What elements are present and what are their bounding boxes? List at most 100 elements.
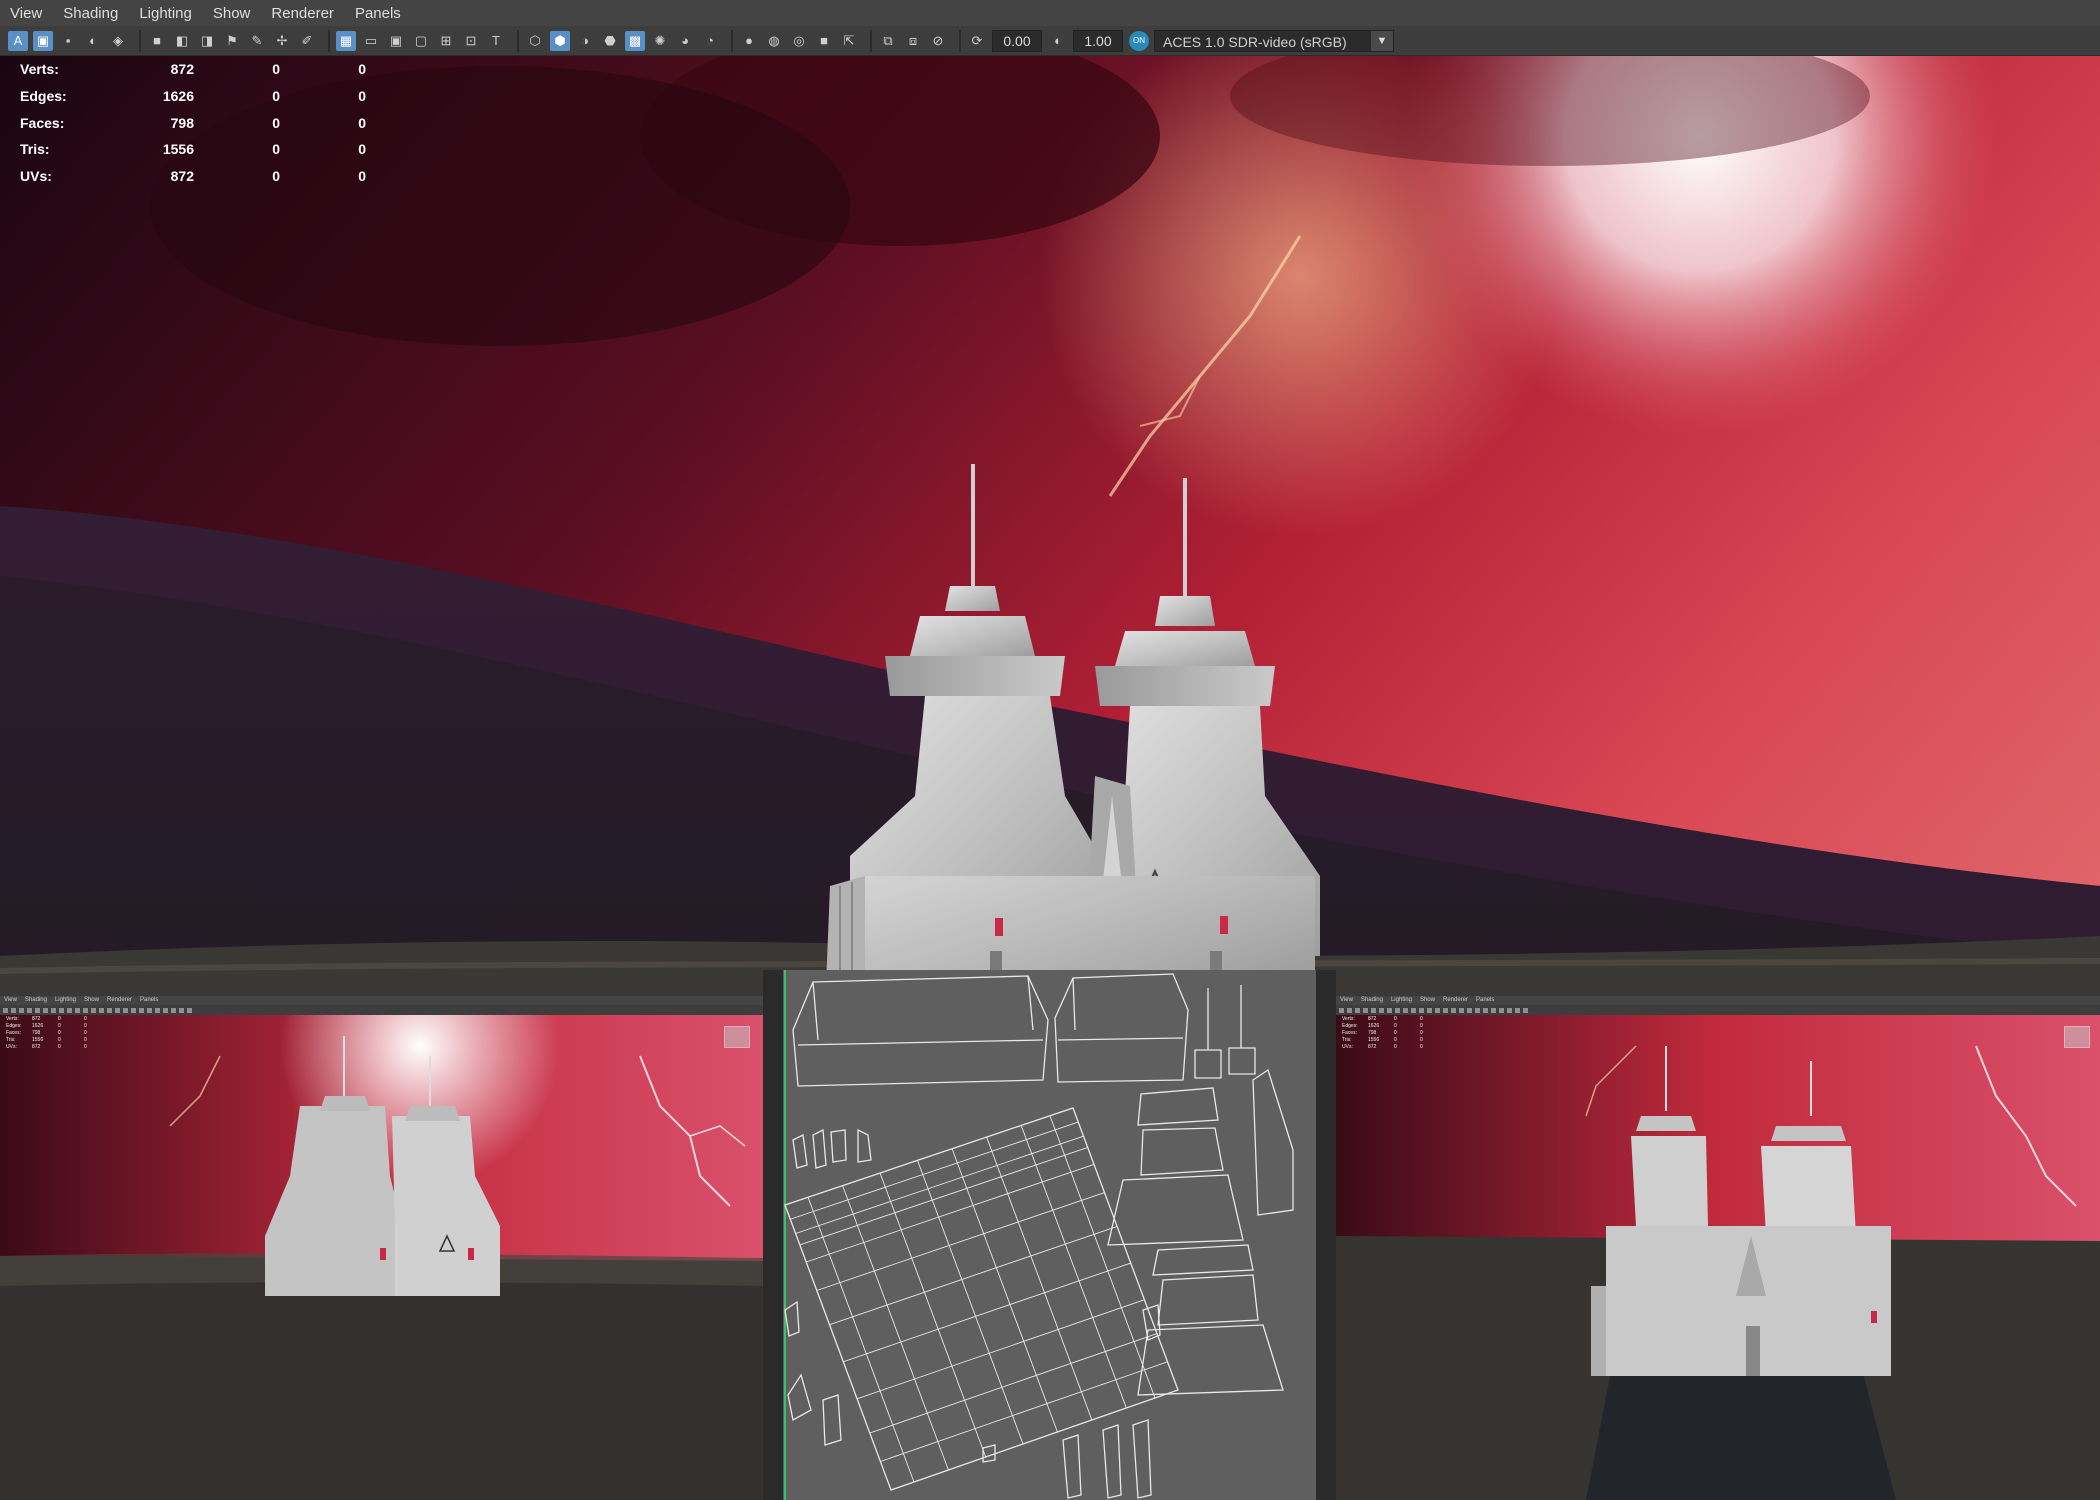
toolbar-separator: [139, 29, 141, 52]
camera-attributes-icon[interactable]: ▣: [33, 30, 53, 51]
hud-value: 0: [272, 168, 280, 185]
inset-left-hud: Verts: 872 0 0 Edges: 1626 0 0 Faces: 798 0 0 Tri…: [6, 1016, 110, 1051]
hud-label: UVs:: [20, 168, 52, 185]
hud-row-verts: Verts: 872 0 0: [20, 56, 366, 83]
mini-hud-value: 0: [58, 1016, 61, 1022]
hud-value: 0: [358, 114, 366, 131]
mini-menu-view: View: [1340, 997, 1353, 1003]
mini-hud-value: 0: [1420, 1016, 1423, 1022]
film-gate-toggle-icon[interactable]: ◈: [108, 31, 128, 51]
color-management-toggle-icon[interactable]: ON: [1129, 30, 1149, 51]
smooth-shade-icon[interactable]: ⬢: [550, 30, 570, 51]
viewport-menubar: View Shading Lighting Show Renderer Pane…: [0, 0, 2100, 26]
mini-hud-value: 0: [84, 1037, 87, 1043]
mini-hud-value: 872: [32, 1044, 41, 1050]
mini-menu-lighting: Lighting: [54, 997, 76, 1003]
wireframe-on-shaded-icon[interactable]: ⬣: [600, 31, 620, 51]
inset-right-hud: Verts: 872 0 0 Edges: 1626 0 0 Faces: 798 0 0 Tri…: [1342, 1016, 1446, 1051]
xray-icon[interactable]: ⧉: [878, 31, 898, 51]
select-arrow-icon[interactable]: ⇱: [839, 31, 859, 51]
camera-icon[interactable]: ■: [147, 31, 167, 51]
gamma-field[interactable]: 1.00: [1073, 29, 1123, 52]
hud-row-edges: Edges: 1626 0 0: [20, 83, 366, 110]
pencil-icon[interactable]: ✐: [297, 31, 317, 51]
chevron-down-icon[interactable]: ▼: [1371, 30, 1393, 51]
mini-hud-value: 0: [1420, 1023, 1423, 1029]
color-space-value: ACES 1.0 SDR-video (sRGB): [1163, 33, 1347, 50]
xray-joints-icon[interactable]: ⧈: [903, 31, 923, 51]
mini-menu-show: Show: [83, 997, 99, 1003]
motion-blur-icon[interactable]: ●: [739, 31, 759, 51]
film-gate-icon[interactable]: ▭: [361, 31, 381, 51]
hud-value: 0: [358, 168, 366, 185]
exposure-icon[interactable]: ⟳: [967, 31, 987, 51]
mini-hud-label: Verts:: [6, 1016, 19, 1022]
inset-right-toolbar: [1336, 1005, 2100, 1015]
camera-dolly-icon[interactable]: ◨: [197, 31, 217, 51]
mini-hud-value: 0: [1420, 1037, 1423, 1043]
view-cube-icon[interactable]: [724, 1026, 750, 1048]
toolbar-separator: [517, 29, 519, 52]
safe-action-icon[interactable]: ⊡: [461, 31, 481, 51]
mini-hud-value: 0: [84, 1016, 87, 1022]
menu-shading[interactable]: Shading: [53, 0, 129, 26]
gamma-icon[interactable]: ◐: [1048, 31, 1068, 51]
safe-title-icon[interactable]: T: [486, 31, 506, 51]
hud-label: Tris:: [20, 141, 50, 158]
image-plane-icon[interactable]: ◐: [83, 31, 103, 51]
color-space-select[interactable]: ACES 1.0 SDR-video (sRGB) ▼: [1154, 29, 1394, 52]
multisample-aa-icon[interactable]: ◍: [764, 31, 784, 51]
mini-menu-shading: Shading: [1360, 997, 1383, 1003]
inset-left-render: View Shading Lighting Show Renderer Pane…: [0, 996, 763, 1500]
hud-value: 1556: [162, 141, 194, 158]
menu-show[interactable]: Show: [203, 0, 262, 26]
screen-space-ao-icon[interactable]: ◔: [700, 31, 720, 51]
view-cube-icon[interactable]: [2064, 1026, 2090, 1048]
inset-left-scene: [0, 996, 763, 1500]
camera-track-icon[interactable]: ◧: [172, 31, 192, 51]
bookmark-icon[interactable]: ▪: [58, 31, 78, 51]
mini-hud-value: 0: [1394, 1030, 1397, 1036]
paint-icon[interactable]: ✎: [247, 31, 267, 51]
menu-panels[interactable]: Panels: [345, 0, 412, 26]
field-chart-icon[interactable]: ⊞: [436, 31, 456, 51]
mini-hud-value: 0: [1394, 1023, 1397, 1029]
menu-lighting[interactable]: Lighting: [129, 0, 203, 26]
toolbar-separator: [328, 29, 330, 52]
shadows-icon[interactable]: ◕: [675, 31, 695, 51]
use-lights-icon[interactable]: ✺: [650, 31, 670, 51]
poly-count-hud: Verts: 872 0 0 Edges: 1626 0 0 Faces: 79…: [20, 56, 366, 189]
default-material-icon[interactable]: ◑: [575, 31, 595, 51]
bookmark-flag-icon[interactable]: ⚑: [222, 31, 242, 51]
mini-hud-value: 872: [1368, 1044, 1377, 1050]
hud-label: Verts:: [20, 61, 59, 78]
mini-hud-label: Faces:: [6, 1030, 22, 1036]
menu-renderer[interactable]: Renderer: [261, 0, 345, 26]
textured-icon[interactable]: ▩: [625, 30, 645, 51]
mini-menu-renderer: Renderer: [1442, 997, 1468, 1003]
isolate-select-icon[interactable]: ■: [814, 31, 834, 51]
mini-hud-value: 0: [58, 1044, 61, 1050]
pivot-icon[interactable]: ✢: [272, 31, 292, 51]
mini-hud-value: 0: [58, 1037, 61, 1043]
mini-hud-value: 0: [1394, 1037, 1397, 1043]
hud-label: Edges:: [20, 88, 67, 105]
mini-menu-renderer: Renderer: [106, 997, 132, 1003]
exposure-field[interactable]: 0.00: [992, 29, 1042, 52]
wireframe-icon[interactable]: ⬡: [525, 31, 545, 51]
mini-hud-value: 0: [58, 1030, 61, 1036]
depth-of-field-icon[interactable]: ◎: [789, 31, 809, 51]
mini-hud-value: 0: [1420, 1030, 1423, 1036]
select-camera-icon[interactable]: A: [8, 30, 28, 51]
grid-icon[interactable]: ▦: [336, 30, 356, 51]
inset-left-menubar: View Shading Lighting Show Renderer Pane…: [0, 996, 763, 1005]
hud-value: 0: [272, 114, 280, 131]
resolution-gate-icon[interactable]: ▣: [386, 31, 406, 51]
backface-culling-icon[interactable]: ⊘: [928, 31, 948, 51]
gate-mask-icon[interactable]: ▢: [411, 31, 431, 51]
toolbar-separator: [959, 29, 961, 52]
hud-value: 0: [358, 141, 366, 158]
menu-view[interactable]: View: [0, 0, 53, 26]
mini-menu-show: Show: [1419, 997, 1435, 1003]
mini-hud-label: Verts:: [1342, 1016, 1355, 1022]
